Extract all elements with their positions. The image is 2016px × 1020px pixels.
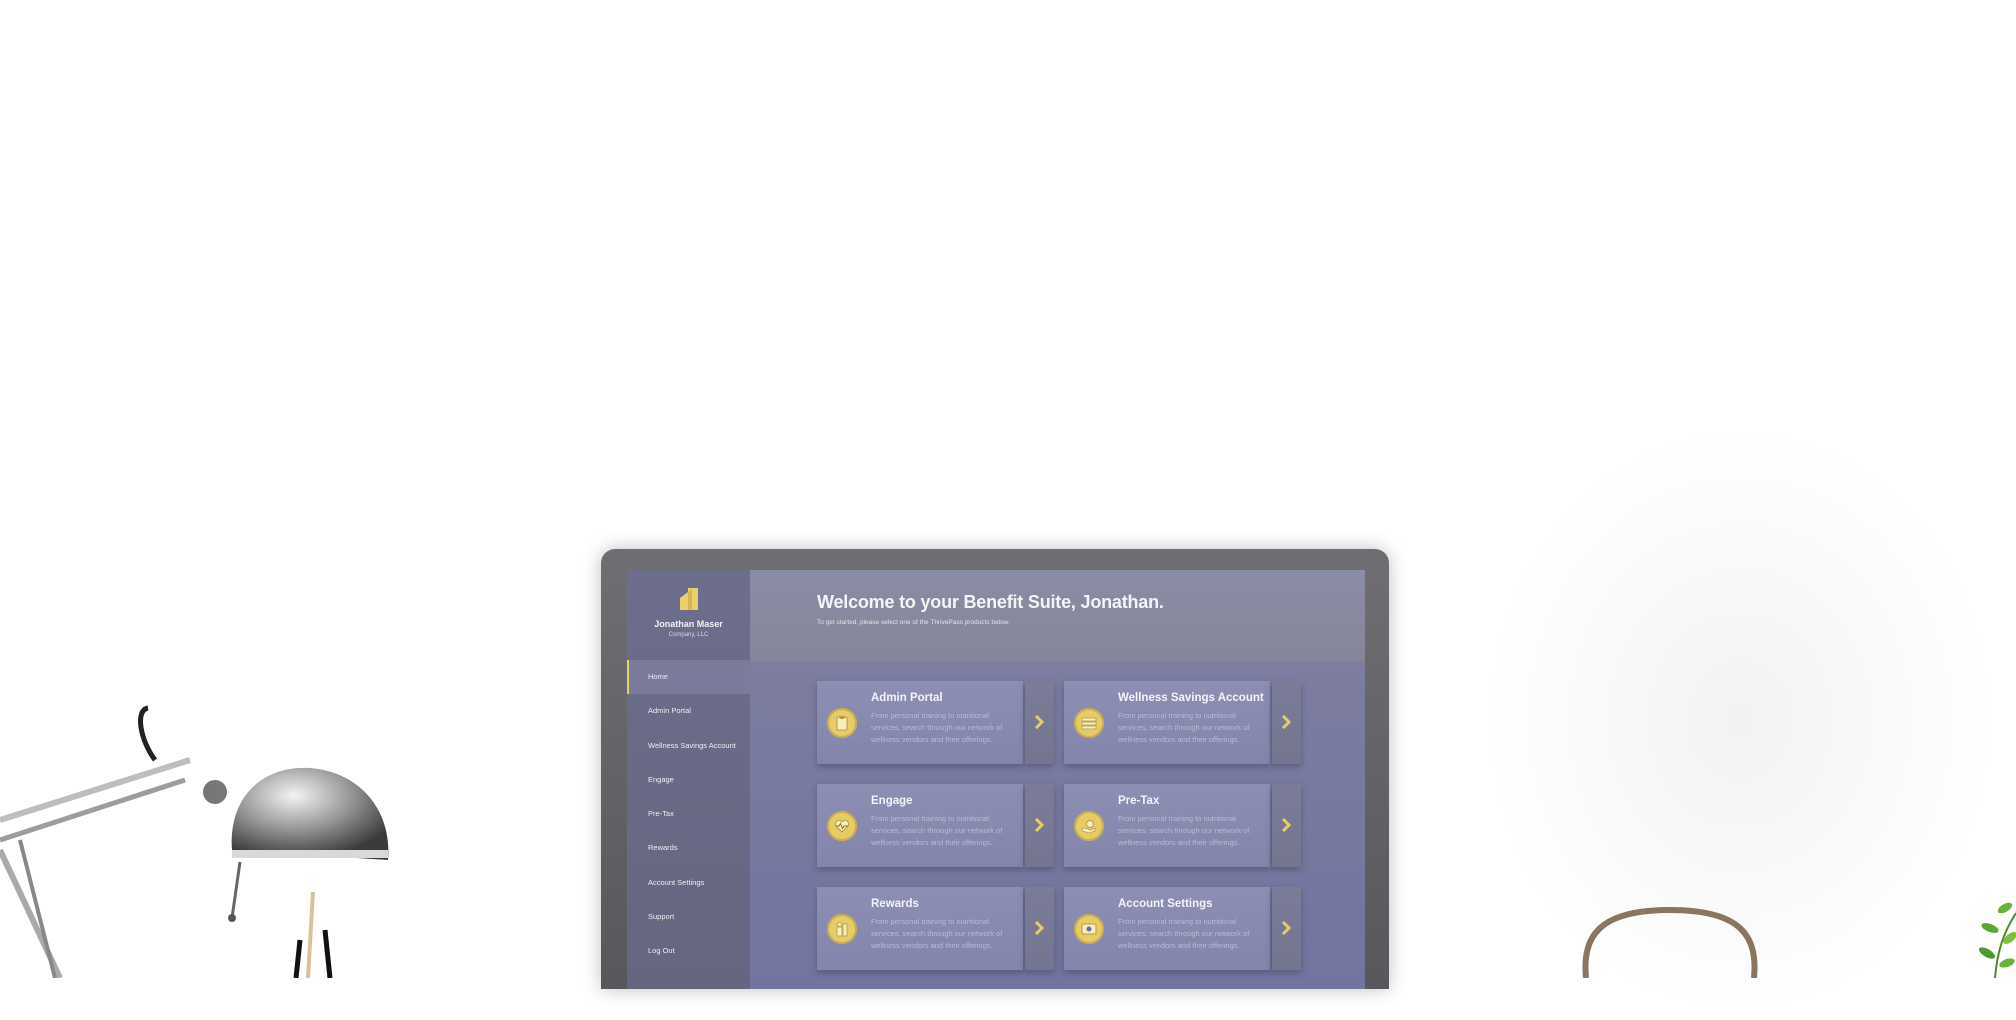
card-body[interactable]: Admin Portal From personal training to n… [817,681,1023,764]
chevron-right-icon [1281,715,1291,729]
card-description: From personal training to nutritional se… [1118,917,1250,950]
sidebar-item-admin-portal[interactable]: Admin Portal [627,694,750,728]
clipboard-icon [827,708,857,738]
card-arrow-button[interactable] [1272,784,1301,867]
card-title: Engage [871,795,913,807]
sidebar-item-wellness-savings-account[interactable]: Wellness Savings Account [627,729,750,763]
card-arrow-button[interactable] [1025,681,1054,764]
card-description: From personal training to nutritional se… [1118,814,1250,847]
sidebar-item-support[interactable]: Support [627,900,750,934]
heartbeat-icon [827,811,857,841]
sidebar: Jonathan Maser Company, LLC Home Admin P… [627,570,750,989]
chevron-right-icon [1034,715,1044,729]
sidebar-item-engage[interactable]: Engage [627,763,750,797]
hand-coin-icon [1074,811,1104,841]
sidebar-item-home[interactable]: Home [627,660,750,695]
sidebar-item-account-settings[interactable]: Account Settings [627,866,750,900]
sidebar-nav: Home Admin Portal Wellness Savings Accou… [627,660,750,969]
card-title: Wellness Savings Account [1118,692,1264,704]
card-title: Rewards [871,898,919,910]
page-subtitle: To get started, please select one of the… [817,619,1010,626]
product-card-engage: Engage From personal training to nutriti… [817,784,1054,867]
card-stack-icon [1074,708,1104,738]
card-description: From personal training to nutritional se… [871,917,1003,950]
chevron-right-icon [1034,921,1044,935]
card-title: Pre-Tax [1118,795,1160,807]
user-name: Jonathan Maser [654,619,723,629]
user-company: Company, LLC [668,632,709,638]
card-arrow-button[interactable] [1025,784,1054,867]
logo [627,586,750,614]
product-card-wellness-savings-account: Wellness Savings Account From personal t… [1064,681,1301,764]
thrivepass-logo-icon [680,588,698,610]
chevron-right-icon [1281,818,1291,832]
card-body[interactable]: Pre-Tax From personal training to nutrit… [1064,784,1270,867]
rewards-icon [827,914,857,944]
app-screen: Jonathan Maser Company, LLC Home Admin P… [627,570,1365,989]
product-card-rewards: Rewards From personal training to nutrit… [817,887,1054,970]
monitor: Jonathan Maser Company, LLC Home Admin P… [601,549,1389,989]
desk-lamp-image [0,705,389,978]
card-title: Account Settings [1118,898,1213,910]
sidebar-item-pre-tax[interactable]: Pre-Tax [627,797,750,831]
card-arrow-button[interactable] [1272,681,1301,764]
card-body[interactable]: Engage From personal training to nutriti… [817,784,1023,867]
card-body[interactable]: Account Settings From personal training … [1064,887,1270,970]
chevron-right-icon [1281,921,1291,935]
sidebar-item-rewards[interactable]: Rewards [627,831,750,865]
id-card-icon [1074,914,1104,944]
card-body[interactable]: Wellness Savings Account From personal t… [1064,681,1270,764]
page-title: Welcome to your Benefit Suite, Jonathan. [817,592,1164,612]
main-content: Welcome to your Benefit Suite, Jonathan.… [750,570,1365,989]
card-description: From personal training to nutritional se… [871,711,1003,744]
card-arrow-button[interactable] [1025,887,1054,970]
page-header: Welcome to your Benefit Suite, Jonathan.… [750,570,1365,661]
sidebar-item-log-out[interactable]: Log Out [627,934,750,968]
product-card-admin-portal: Admin Portal From personal training to n… [817,681,1054,764]
card-title: Admin Portal [871,692,943,704]
product-card-pre-tax: Pre-Tax From personal training to nutrit… [1064,784,1301,867]
chevron-right-icon [1034,818,1044,832]
card-arrow-button[interactable] [1272,887,1301,970]
plant-image [1978,902,2016,978]
card-description: From personal training to nutritional se… [871,814,1003,847]
card-body[interactable]: Rewards From personal training to nutrit… [817,887,1023,970]
product-card-account-settings: Account Settings From personal training … [1064,887,1301,970]
card-description: From personal training to nutritional se… [1118,711,1250,744]
chair-image [1582,906,1758,978]
